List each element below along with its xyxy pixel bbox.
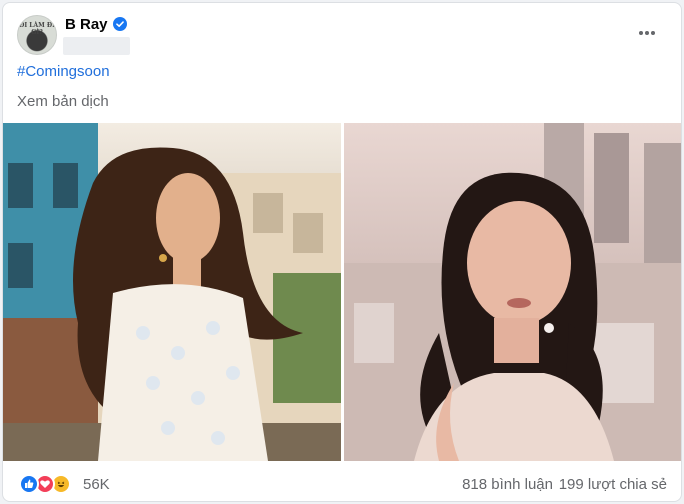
avatar-logo-text: ĐI LÀM ĐI GÌ? [19,22,55,36]
reaction-icons[interactable] [19,474,71,494]
see-translation-link[interactable]: Xem bản dịch [17,93,109,110]
hashtag-link[interactable]: #Comingsoon [17,63,110,80]
photo-grid [3,123,681,461]
timestamp-redacted [63,37,130,55]
photo-left-illustration [3,123,341,461]
shares-count[interactable]: 199 lượt chia sẻ [559,476,667,493]
author-name[interactable]: B Ray [65,16,108,33]
comments-count[interactable]: 818 bình luận [462,476,553,493]
more-options-button[interactable] [629,17,665,49]
verified-badge-icon [112,17,127,31]
photo-right[interactable] [344,123,681,461]
photo-right-illustration [344,123,681,461]
reaction-count[interactable]: 56K [83,476,110,493]
post-header: ĐI LÀM ĐI GÌ? B Ray [3,3,681,61]
like-icon [19,474,39,494]
post-card: ĐI LÀM ĐI GÌ? B Ray #Comingsoon Xem bản … [2,2,682,502]
author-avatar[interactable]: ĐI LÀM ĐI GÌ? [17,15,57,55]
post-stats-bar: 56K 818 bình luận 199 lượt chia sẻ [3,465,681,501]
author-row: B Ray [65,15,127,33]
photo-left[interactable] [3,123,341,461]
more-options-icon [639,31,655,35]
